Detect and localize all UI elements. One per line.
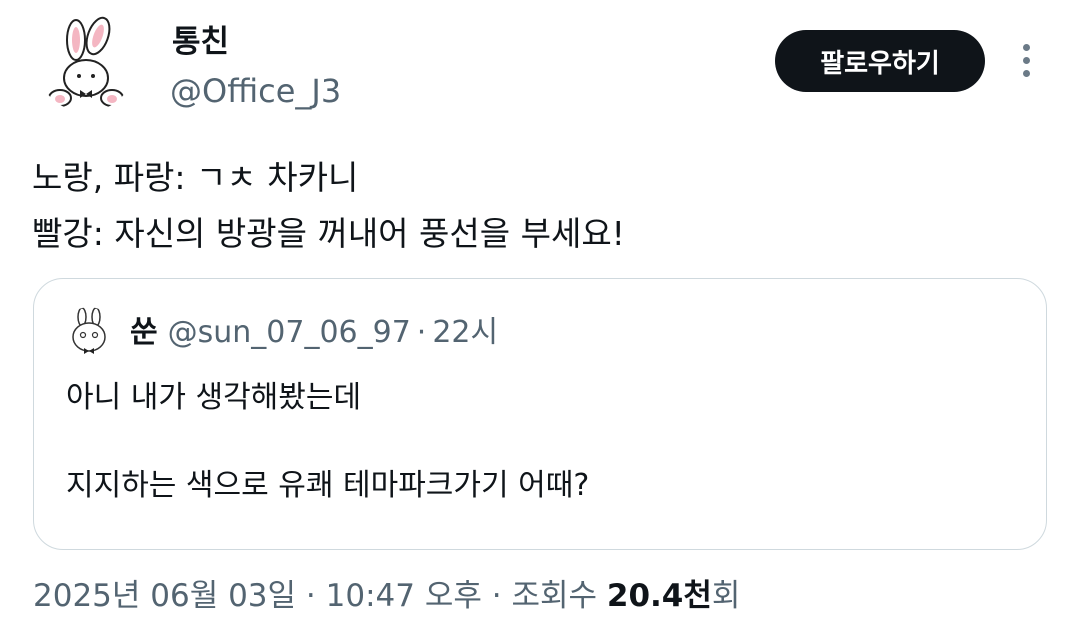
views-label: 조회수 (511, 578, 598, 614)
tweet-meta: 2025년 06월 03일 · 10:47 오후 · 조회수 20.4천회 (33, 574, 740, 618)
meta-separator: · (305, 578, 316, 614)
author-display-name[interactable]: 통친 (172, 22, 229, 62)
quote-header: 쑨 @sun_07_06_97 · 22시 (130, 313, 498, 353)
meta-separator: · (491, 578, 502, 614)
tweet-date[interactable]: 2025년 06월 03일 (33, 578, 296, 614)
quote-author-avatar[interactable] (64, 307, 114, 357)
views-suffix: 회 (711, 578, 741, 614)
author-avatar[interactable] (36, 12, 136, 112)
quote-handle[interactable]: @sun_07_06_97 (168, 315, 411, 350)
more-dot (1022, 69, 1030, 77)
quote-text: 아니 내가 생각해봤는데 지지하는 색으로 유쾌 테마파크가기 어때? (66, 377, 589, 507)
quote-line: 지지하는 색으로 유쾌 테마파크가기 어때? (66, 468, 590, 503)
quote-separator: · (416, 315, 427, 350)
quote-line: 아니 내가 생각해봤는데 (66, 380, 362, 415)
views-count: 20.4천 (606, 578, 712, 614)
tweet-line: 빨강: 자신의 방광을 꺼내어 풍선을 부세요! (32, 214, 625, 253)
tweet-text: 노랑, 파랑: ㄱㅊ 차카니 빨강: 자신의 방광을 꺼내어 풍선을 부세요! (32, 150, 1042, 262)
tweet-line: 노랑, 파랑: ㄱㅊ 차카니 (32, 158, 359, 197)
quote-paragraph-gap (66, 419, 589, 465)
bunny-avatar-icon (48, 16, 124, 107)
quoted-tweet-card[interactable]: 쑨 @sun_07_06_97 · 22시 아니 내가 생각해봤는데 지지하는 색으로… (33, 278, 1047, 550)
bunny-face-avatar-icon (72, 307, 106, 354)
tweet-time[interactable]: 10:47 오후 (326, 578, 482, 614)
author-handle[interactable]: @Office_J3 (170, 70, 341, 112)
quote-time[interactable]: 22시 (432, 315, 498, 350)
quote-display-name[interactable]: 쑨 (130, 315, 158, 350)
follow-button[interactable]: 팔로우하기 (775, 30, 985, 92)
more-dot (1022, 56, 1030, 64)
more-dot (1022, 43, 1030, 51)
more-vertical-icon[interactable] (1010, 40, 1042, 80)
